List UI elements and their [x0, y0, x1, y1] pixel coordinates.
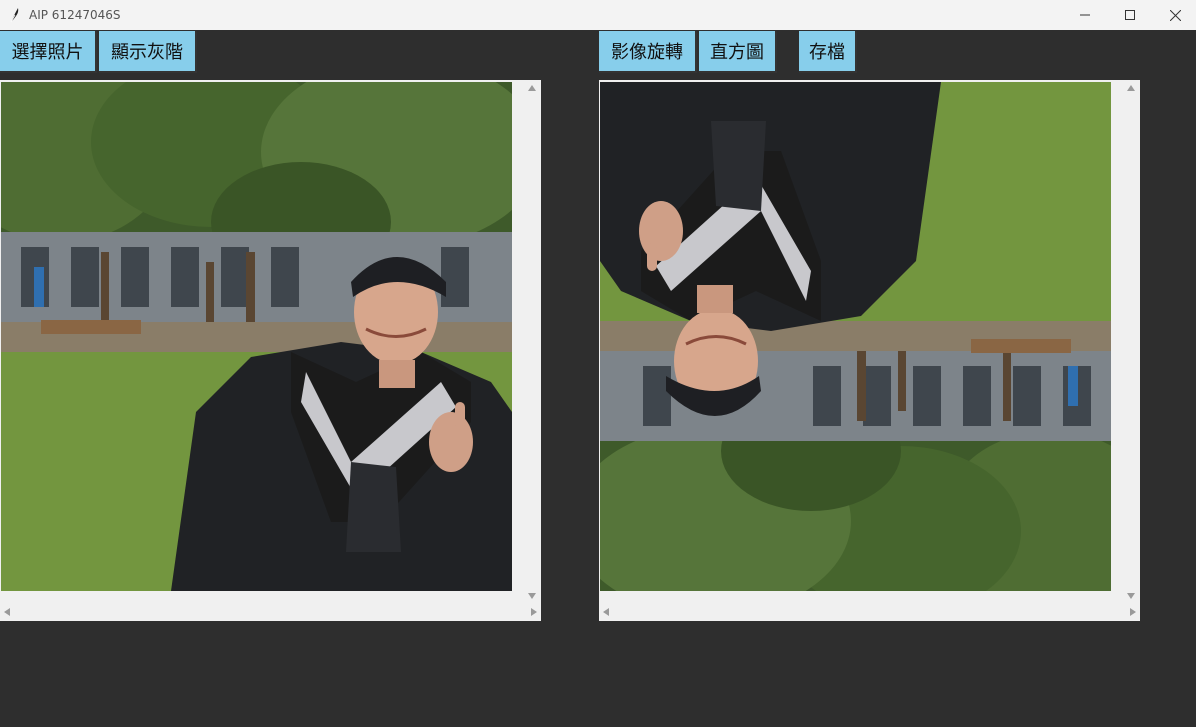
horizontal-scrollbar[interactable] [0, 604, 541, 621]
minimize-icon [1080, 14, 1090, 16]
rotated-image [600, 82, 1111, 591]
scroll-down-icon[interactable] [1127, 593, 1135, 599]
vertical-scrollbar[interactable] [1123, 80, 1140, 604]
scroll-left-icon[interactable] [4, 608, 10, 616]
original-image-panel [0, 80, 541, 621]
title-bar: AIP 61247046S [0, 0, 1196, 30]
maximize-icon [1125, 10, 1135, 20]
rotate-image-button[interactable]: 影像旋轉 [599, 31, 697, 73]
minimize-button[interactable] [1062, 0, 1108, 30]
close-icon [1169, 9, 1181, 21]
feather-icon [10, 8, 19, 23]
select-photo-button[interactable]: 選擇照片 [0, 31, 97, 73]
histogram-button[interactable]: 直方圖 [699, 31, 777, 73]
scroll-right-icon[interactable] [531, 608, 537, 616]
window-title: AIP 61247046S [29, 8, 121, 22]
vertical-scrollbar[interactable] [524, 80, 541, 604]
rotated-image-panel [599, 80, 1140, 621]
scroll-up-icon[interactable] [1127, 85, 1135, 91]
show-grayscale-button[interactable]: 顯示灰階 [99, 31, 197, 73]
close-button[interactable] [1152, 0, 1196, 30]
scroll-right-icon[interactable] [1130, 608, 1136, 616]
original-image [1, 82, 512, 591]
horizontal-scrollbar[interactable] [599, 604, 1140, 621]
save-button[interactable]: 存檔 [799, 31, 857, 73]
scroll-down-icon[interactable] [528, 593, 536, 599]
scroll-up-icon[interactable] [528, 85, 536, 91]
maximize-button[interactable] [1107, 0, 1153, 30]
scroll-left-icon[interactable] [603, 608, 609, 616]
